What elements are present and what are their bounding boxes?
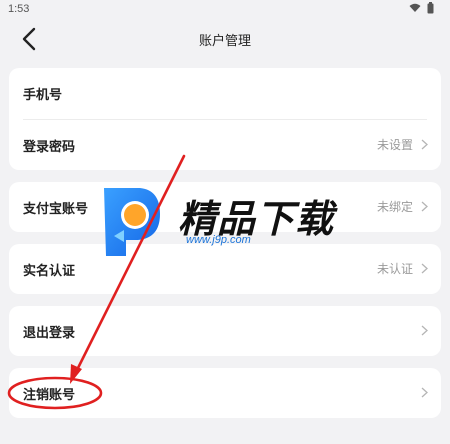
nav-bar: 账户管理	[0, 20, 450, 60]
status-time: 1:53	[8, 3, 30, 15]
chevron-right-icon	[421, 263, 428, 274]
status-bar: 1:53	[0, 0, 450, 20]
row-login-password[interactable]: 登录密码 未设置	[9, 120, 441, 170]
account-card-alipay: 支付宝账号 未绑定	[9, 182, 441, 232]
row-value: 未绑定	[376, 200, 413, 214]
row-label: 退出登录	[23, 326, 76, 341]
chevron-right-icon	[421, 201, 428, 212]
chevron-right-icon	[421, 325, 428, 336]
row-alipay-account[interactable]: 支付宝账号 未绑定	[9, 182, 441, 232]
battery-icon	[427, 2, 434, 14]
row-label: 手机号	[23, 88, 63, 103]
account-card-logout: 退出登录	[9, 306, 441, 356]
account-card-delete: 注销账号	[9, 368, 441, 418]
row-logout[interactable]: 退出登录	[9, 306, 441, 356]
row-value: 未认证	[376, 262, 413, 276]
status-icons	[409, 2, 434, 14]
page-title: 账户管理	[198, 34, 251, 49]
row-label: 支付宝账号	[23, 202, 89, 217]
row-label: 注销账号	[23, 388, 76, 403]
chevron-right-icon	[421, 139, 428, 150]
row-real-name-verification[interactable]: 实名认证 未认证	[9, 244, 441, 294]
row-phone[interactable]: 手机号	[9, 68, 441, 118]
row-delete-account[interactable]: 注销账号	[9, 368, 441, 418]
row-value: 未设置	[376, 138, 413, 152]
row-label: 登录密码	[23, 140, 76, 155]
row-label: 实名认证	[23, 264, 76, 279]
chevron-right-icon	[421, 387, 428, 398]
wifi-icon	[409, 3, 421, 12]
account-card-verification: 实名认证 未认证	[9, 244, 441, 294]
account-card-phone-password: 手机号 登录密码 未设置	[9, 68, 441, 170]
